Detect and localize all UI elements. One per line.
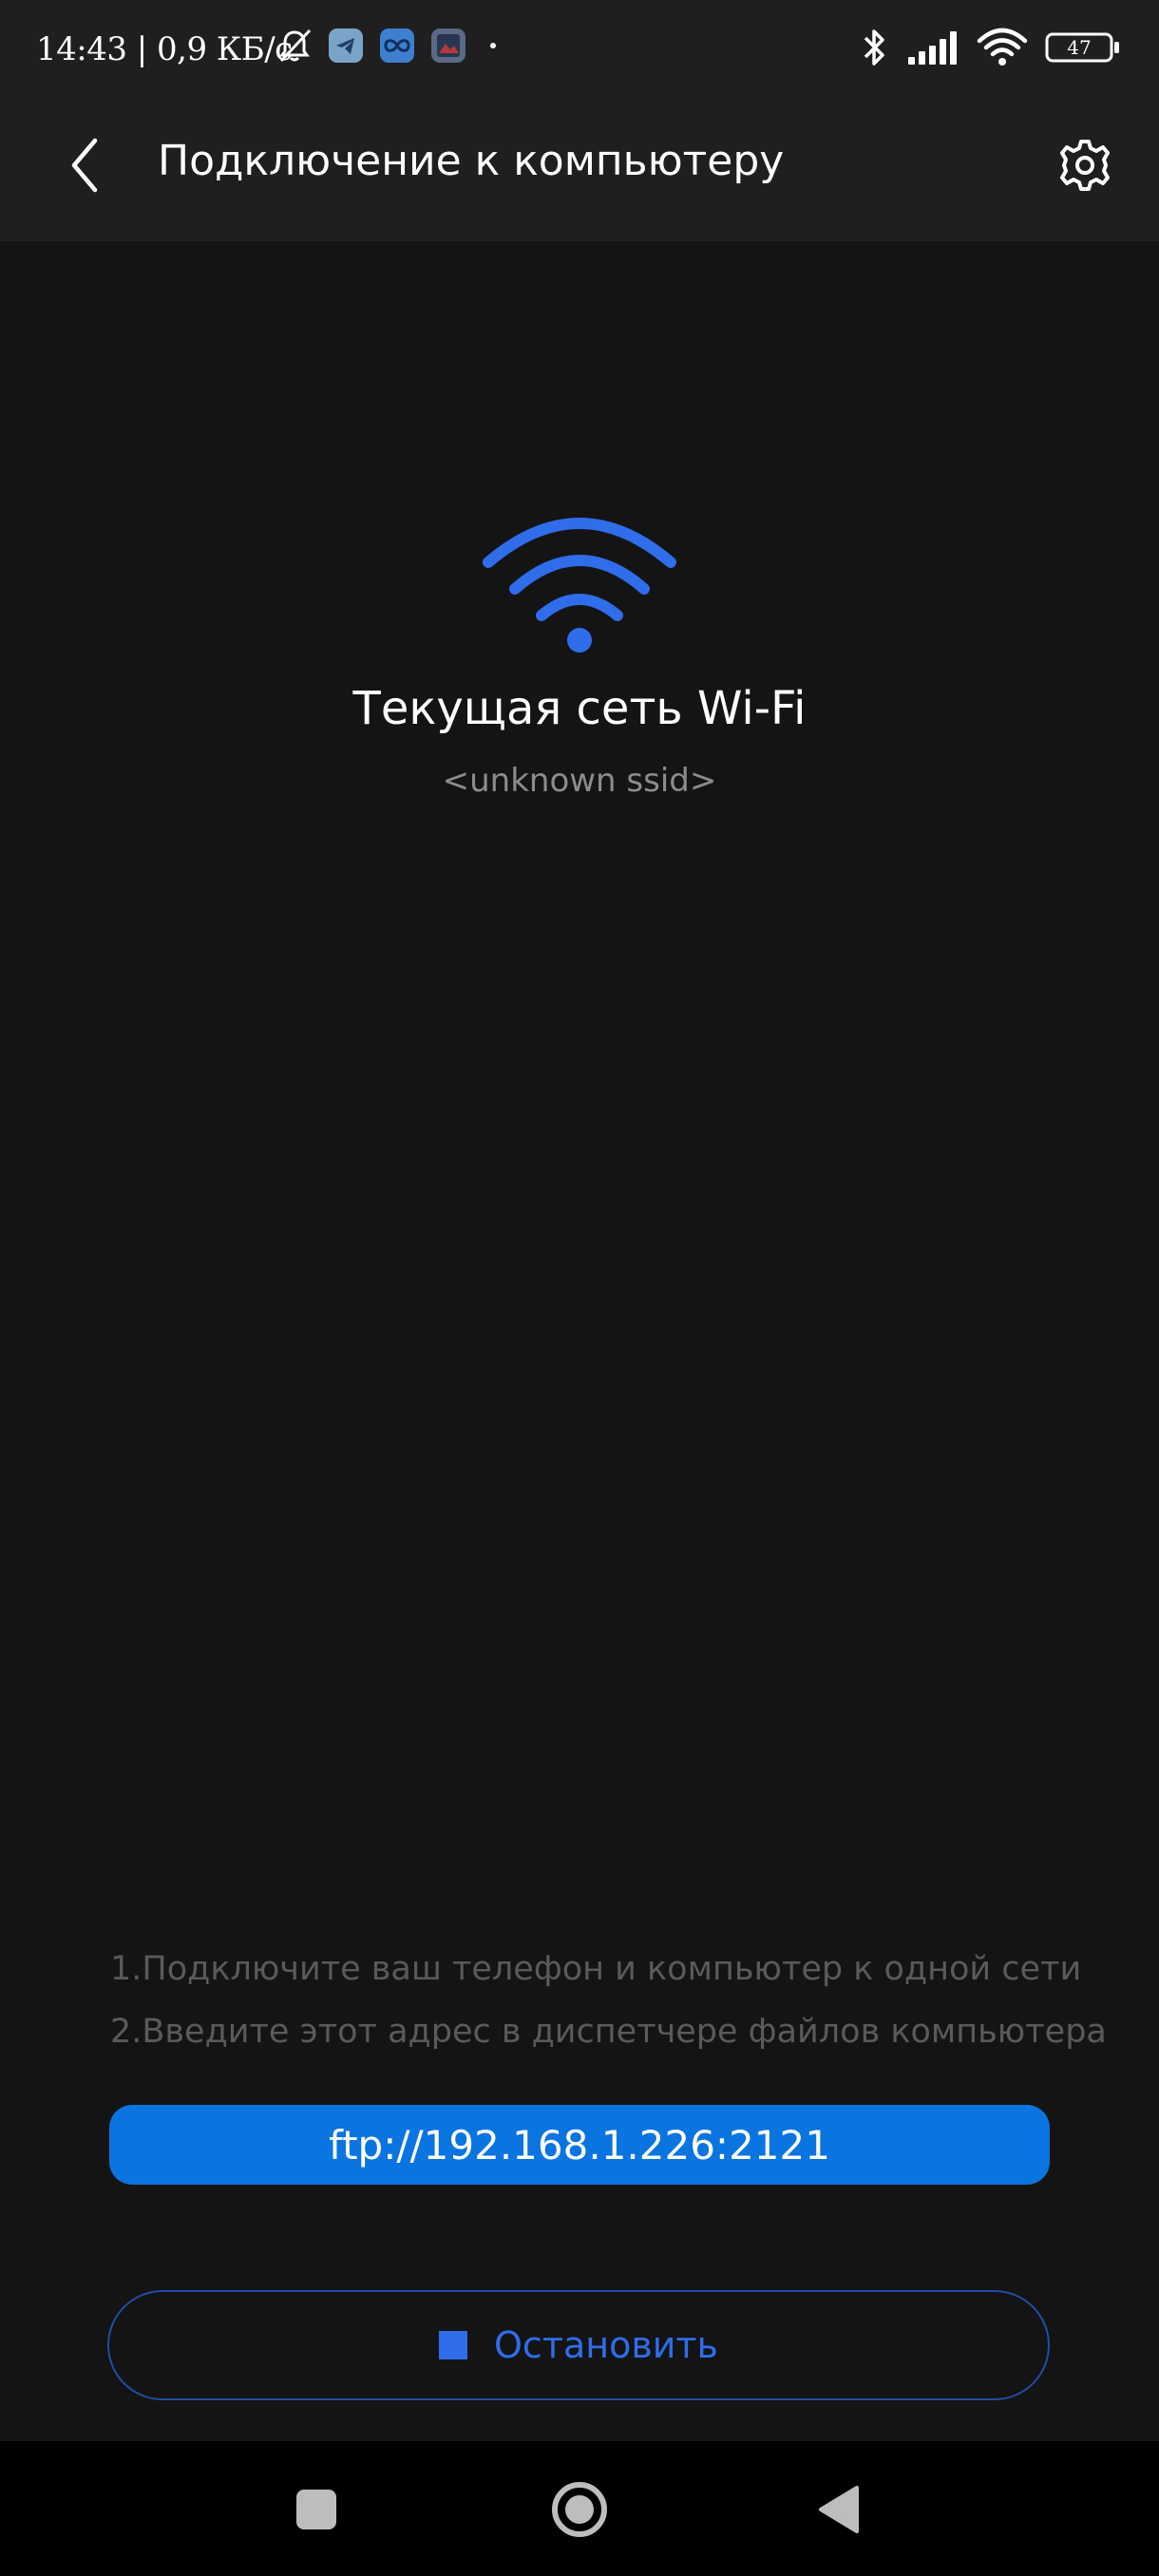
stop-square-icon [439, 2331, 468, 2359]
status-notification-icons [276, 27, 496, 65]
recents-button[interactable] [278, 2472, 354, 2548]
wifi-title: Текущая сеть Wi-Fi [352, 682, 807, 735]
recents-icon [296, 2490, 336, 2529]
gear-icon [1060, 140, 1110, 191]
wifi-info: Текущая сеть Wi-Fi <unknown ssid> [0, 513, 1159, 800]
status-more-dot [490, 43, 496, 48]
instruction-step-2: 2.Введите этот адрес в диспетчере файлов… [110, 2013, 1107, 2051]
infinity-app-icon [380, 28, 414, 63]
nav-back-button[interactable] [801, 2472, 877, 2548]
signal-icon [908, 31, 957, 65]
status-system-icons: 47 [861, 27, 1121, 68]
instructions: 1.Подключите ваш телефон и компьютер к о… [110, 1938, 1107, 2063]
app-header: Подключение к компьютеру [0, 99, 1159, 241]
top-panel: 14:43 | 0,9 КБ/с 47 Подключение к компью… [0, 0, 1159, 241]
stop-button[interactable]: Остановить [107, 2290, 1050, 2400]
chevron-left-icon [71, 138, 98, 193]
status-time: 14:43 | 0,9 КБ/с [36, 30, 293, 68]
battery-level: 47 [1067, 36, 1091, 59]
bluetooth-icon [864, 29, 884, 66]
home-button[interactable] [542, 2472, 618, 2548]
back-triangle-icon [819, 2486, 859, 2533]
home-icon [552, 2482, 607, 2537]
battery-icon: 47 [1045, 32, 1119, 63]
navigation-bar [0, 2441, 1159, 2576]
settings-button[interactable] [1049, 129, 1121, 201]
muted-alarm-icon [279, 28, 312, 63]
stop-label: Остановить [494, 2324, 718, 2366]
wifi-status-icon [977, 28, 1028, 66]
telegram-icon [329, 28, 363, 63]
wifi-icon [483, 518, 676, 653]
instruction-step-1: 1.Подключите ваш телефон и компьютер к о… [110, 1950, 1082, 1988]
ftp-address[interactable]: ftp://192.168.1.226:2121 [109, 2105, 1050, 2185]
back-button[interactable] [48, 127, 124, 203]
wifi-ssid: <unknown ssid> [442, 762, 717, 800]
photo-app-icon [431, 28, 466, 63]
page-title: Подключение к компьютеру [158, 137, 785, 185]
status-bar: 14:43 | 0,9 КБ/с 47 [0, 0, 1159, 99]
